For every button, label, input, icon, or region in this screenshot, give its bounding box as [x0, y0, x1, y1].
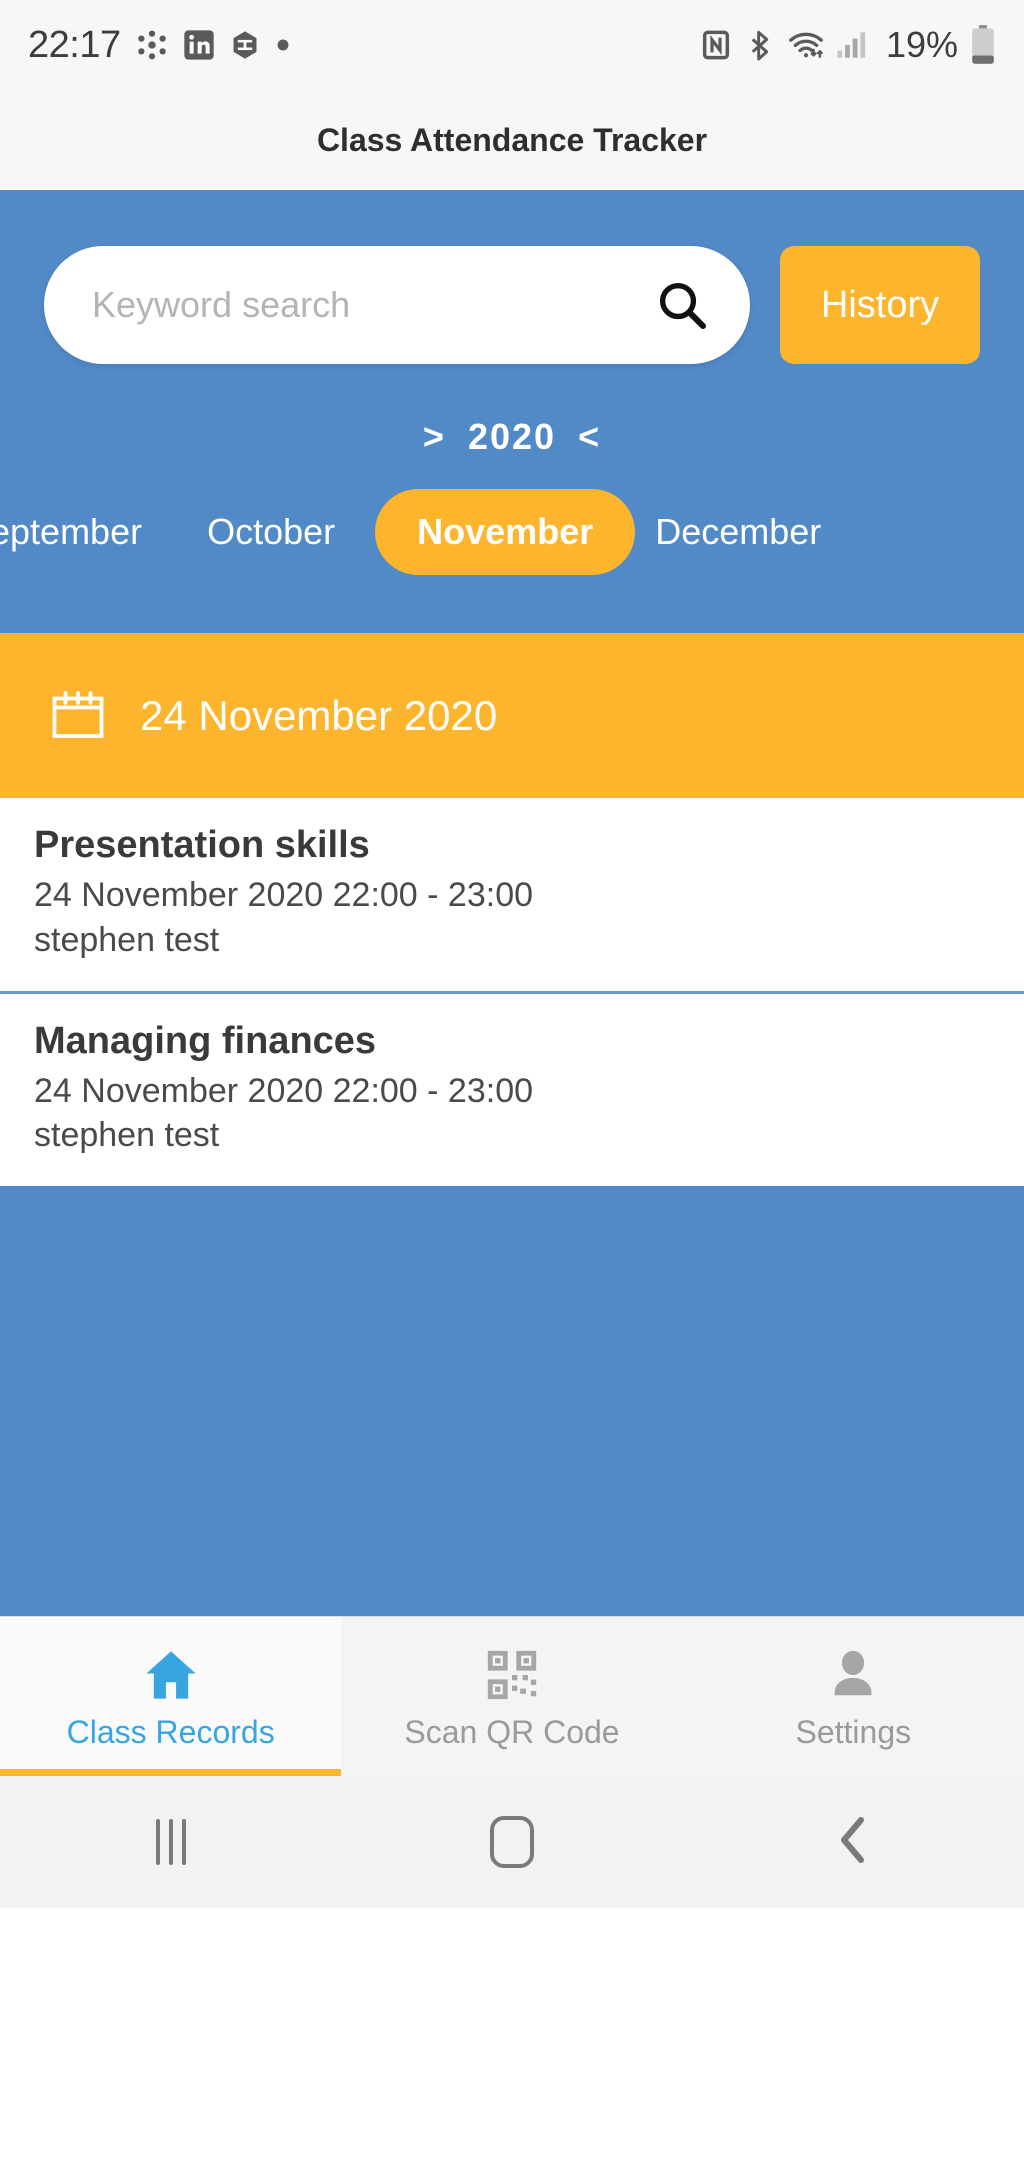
- recents-button[interactable]: [0, 1819, 341, 1866]
- status-time: 22:17: [28, 23, 121, 66]
- tab-label: Class Records: [66, 1714, 275, 1751]
- status-bar-left: 22:17: [28, 24, 291, 67]
- date-banner-label: 24 November 2020: [140, 691, 498, 739]
- back-chevron-icon: [832, 1814, 874, 1871]
- home-icon: [140, 1642, 202, 1704]
- bluetooth-icon: [744, 29, 776, 61]
- active-tab-indicator: [0, 1769, 342, 1777]
- search-row: History: [0, 246, 1024, 364]
- person-icon: [824, 1642, 882, 1704]
- month-selector-strip[interactable]: eptember October November December: [0, 480, 1024, 584]
- dot-icon: [275, 37, 291, 53]
- year-selector: > 2020 <: [0, 416, 1024, 458]
- status-bar-right: 19%: [700, 24, 996, 66]
- empty-content-area: [0, 1186, 1024, 1617]
- history-button[interactable]: History: [780, 246, 980, 364]
- date-banner[interactable]: 24 November 2020: [0, 633, 1024, 798]
- month-item-october[interactable]: October: [207, 489, 335, 575]
- next-year-button[interactable]: <: [568, 416, 611, 458]
- home-square-icon: [489, 1816, 534, 1869]
- status-bar: 22:17 19%: [0, 0, 1024, 90]
- home-button[interactable]: [341, 1816, 682, 1869]
- cellular-signal-icon: [836, 29, 870, 61]
- system-navigation-bar: [0, 1776, 1024, 1909]
- bottom-tab-bar: Class Records Scan QR Code Settings: [0, 1616, 1024, 1777]
- page-title: Class Attendance Tracker: [316, 121, 708, 158]
- app-title-bar: Class Attendance Tracker: [0, 90, 1024, 190]
- class-teacher: stephen test: [34, 1116, 220, 1155]
- nfc-icon: [700, 29, 732, 61]
- linkedin-icon: [183, 29, 215, 61]
- class-teacher: stephen test: [34, 920, 220, 959]
- class-title: Managing finances: [34, 1019, 377, 1062]
- month-item-december[interactable]: December: [655, 489, 821, 575]
- recents-icon: [155, 1819, 186, 1866]
- prev-year-button[interactable]: >: [413, 416, 456, 458]
- tab-scan-qr-code[interactable]: Scan QR Code: [341, 1617, 683, 1777]
- class-schedule: 24 November 2020 22:00 - 23:00: [34, 876, 534, 914]
- tab-label: Scan QR Code: [404, 1714, 620, 1751]
- tab-label: Settings: [795, 1714, 912, 1751]
- calendar-icon: [48, 686, 108, 746]
- header-section: History > 2020 < eptember October Novemb…: [0, 190, 1024, 633]
- month-item-november[interactable]: November: [375, 489, 636, 575]
- class-list: Presentation skills 24 November 2020 22:…: [0, 798, 1024, 1187]
- battery-percent-label: 19%: [885, 24, 958, 65]
- search-box[interactable]: [44, 246, 750, 364]
- cluster-icon: [135, 28, 169, 62]
- tab-settings[interactable]: Settings: [682, 1617, 1024, 1777]
- tab-class-records[interactable]: Class Records: [0, 1617, 342, 1777]
- wifi-icon: [788, 28, 824, 62]
- month-item-september[interactable]: eptember: [0, 489, 142, 575]
- current-year-label: 2020: [467, 416, 557, 457]
- battery-icon: [970, 25, 996, 65]
- class-list-item[interactable]: Presentation skills 24 November 2020 22:…: [0, 798, 1024, 991]
- qr-code-icon: [483, 1642, 541, 1704]
- class-title: Presentation skills: [34, 824, 370, 866]
- class-list-item[interactable]: Managing finances 24 November 2020 22:00…: [0, 990, 1024, 1187]
- search-icon[interactable]: [654, 277, 710, 333]
- hexagon-icon: [229, 29, 261, 61]
- back-button[interactable]: [683, 1814, 1024, 1871]
- class-schedule: 24 November 2020 22:00 - 23:00: [34, 1071, 534, 1110]
- search-input[interactable]: [92, 284, 654, 326]
